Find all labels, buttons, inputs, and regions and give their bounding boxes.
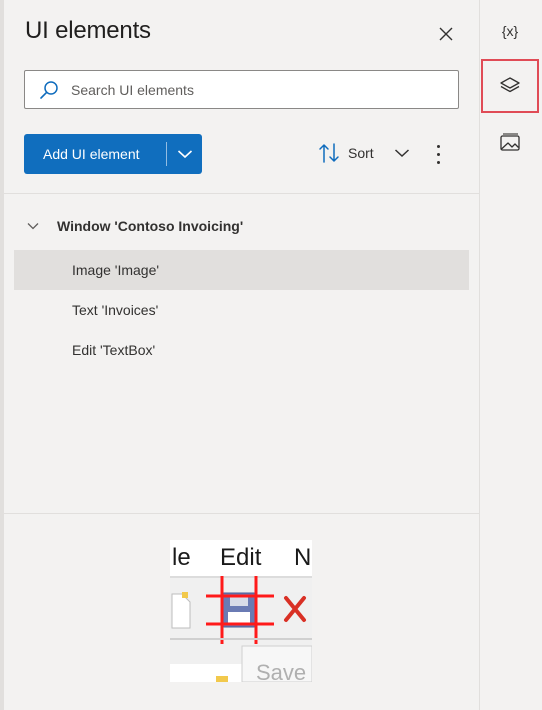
tree-item-edit[interactable]: Edit 'TextBox' [14, 330, 469, 370]
more-dot [436, 144, 440, 148]
tree-collapse-toggle[interactable] [24, 222, 42, 230]
close-button[interactable] [432, 20, 460, 48]
variables-icon: {x} [501, 23, 519, 39]
add-ui-element-dropdown[interactable] [167, 134, 202, 174]
close-icon [439, 27, 453, 41]
more-options-button[interactable] [432, 142, 444, 166]
chevron-down-icon [177, 150, 192, 159]
preview-menu-file: le [172, 544, 191, 571]
ui-elements-rail-button[interactable] [481, 59, 539, 113]
side-rail: {x} [480, 0, 542, 710]
chevron-down-icon [394, 149, 410, 158]
images-icon [500, 133, 520, 151]
toolbar-divider [4, 193, 479, 194]
preview-divider [4, 513, 479, 514]
add-ui-element-label: Add UI element [43, 146, 140, 162]
more-dot [436, 152, 440, 156]
sort-dropdown[interactable] [394, 146, 410, 164]
preview-menu-edit: Edit [220, 544, 262, 571]
ui-elements-panel: UI elements Add UI element Sort [0, 0, 480, 710]
element-preview-image: le Edit N Save [170, 540, 312, 682]
layers-icon [500, 77, 520, 93]
images-rail-button[interactable] [481, 116, 539, 170]
search-input[interactable] [71, 81, 431, 98]
search-icon [40, 80, 58, 99]
chevron-down-icon [27, 223, 39, 230]
sort-label: Sort [348, 145, 374, 161]
add-ui-element-button[interactable]: Add UI element [24, 134, 202, 174]
more-dot [436, 160, 440, 164]
tree-node-label: Window 'Contoso Invoicing' [57, 218, 244, 234]
tree-item-text[interactable]: Text 'Invoices' [14, 290, 469, 330]
tree-node-window[interactable]: Window 'Contoso Invoicing' [24, 218, 243, 234]
tree-item-image[interactable]: Image 'Image' [14, 250, 469, 290]
sort-icon [319, 143, 339, 163]
tree-item-label: Image 'Image' [72, 262, 160, 278]
tree-item-label: Text 'Invoices' [72, 302, 159, 318]
panel-title: UI elements [25, 17, 151, 44]
variables-rail-button[interactable]: {x} [481, 4, 539, 58]
search-box[interactable] [24, 70, 459, 109]
preview-screenshot: le Edit N Save [170, 540, 312, 682]
sort-button[interactable]: Sort [318, 142, 374, 164]
preview-menu-next: N [294, 544, 311, 571]
tree-item-label: Edit 'TextBox' [72, 342, 156, 358]
preview-tooltip: Save [256, 660, 306, 682]
